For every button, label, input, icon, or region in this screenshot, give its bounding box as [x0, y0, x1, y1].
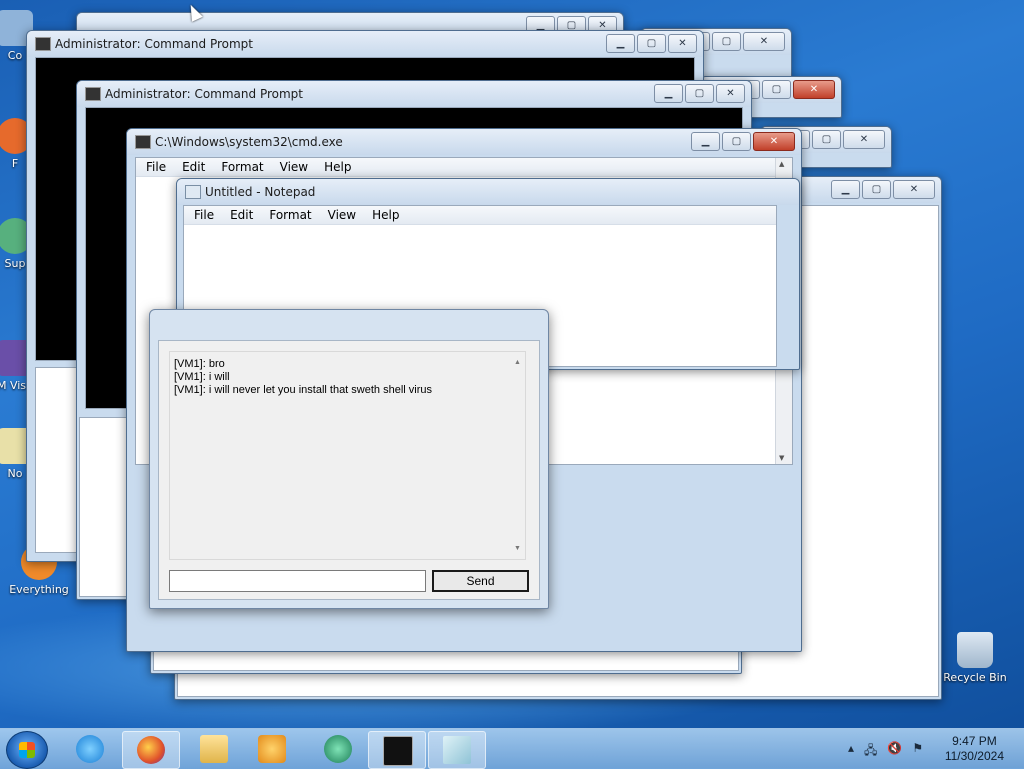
close-icon[interactable]: ✕ — [668, 34, 697, 53]
file-explorer-icon — [200, 735, 228, 763]
edge-icon — [324, 735, 352, 763]
chat-message: [VM1]: bro — [174, 358, 225, 370]
menu-bar: File Edit Format View Help — [136, 158, 792, 177]
clock-time: 9:47 PM — [952, 734, 997, 748]
firefox-icon — [137, 736, 165, 764]
close-icon[interactable]: ✕ — [893, 180, 935, 199]
maximize-icon[interactable]: ▢ — [637, 34, 666, 53]
chat-dialog[interactable]: [VM1]: bro [VM1]: i will [VM1]: i will n… — [149, 309, 549, 609]
minimize-icon[interactable]: ▁ — [691, 132, 720, 151]
window-controls[interactable]: ▁▢✕ — [654, 84, 745, 103]
maximize-icon[interactable]: ▢ — [812, 130, 841, 149]
cmd-icon — [135, 135, 151, 149]
window-title: Untitled - Notepad — [205, 185, 316, 199]
close-icon[interactable]: ✕ — [743, 32, 785, 51]
cmd-icon — [85, 87, 101, 101]
chat-message: [VM1]: i will never let you install that… — [174, 384, 432, 396]
taskbar-app-command-prompt[interactable] — [368, 731, 426, 769]
action-center-flag-icon[interactable]: ⚑ — [912, 741, 923, 762]
chat-log[interactable]: [VM1]: bro [VM1]: i will [VM1]: i will n… — [169, 351, 526, 560]
recycle-bin-icon — [957, 632, 993, 668]
minimize-icon[interactable]: ▁ — [831, 180, 860, 199]
show-hidden-icons-icon[interactable]: ▴ — [848, 741, 854, 762]
tray-icons: ▴ 🖧 🔇 ⚑ — [848, 741, 923, 762]
menu-format[interactable]: Format — [261, 206, 319, 224]
maximize-icon[interactable]: ▢ — [762, 80, 791, 99]
minimize-icon[interactable]: ▁ — [606, 34, 635, 53]
close-icon[interactable]: ✕ — [843, 130, 885, 149]
chat-input[interactable] — [169, 570, 426, 592]
network-icon[interactable]: 🖧 — [864, 741, 877, 762]
close-icon[interactable]: ✕ — [716, 84, 745, 103]
menu-file[interactable]: File — [186, 206, 222, 224]
maximize-icon[interactable]: ▢ — [685, 84, 714, 103]
system-tray: ▴ 🖧 🔇 ⚑ 9:47 PM 11/30/2024 — [844, 729, 1024, 769]
close-icon[interactable]: ✕ — [753, 132, 795, 151]
taskbar-app-notepad[interactable] — [428, 731, 486, 769]
window-titlebar: C:\Windows\system32\cmd.exe ▁ ▢ ✕ — [127, 129, 801, 155]
notepad-icon — [443, 736, 471, 764]
chat-log-scrollbar[interactable] — [511, 352, 525, 559]
taskbar: ▴ 🖧 🔇 ⚑ 9:47 PM 11/30/2024 — [0, 728, 1024, 769]
cmd-icon — [35, 37, 51, 51]
start-button[interactable] — [6, 731, 48, 769]
taskbar-app-internet-explorer[interactable] — [62, 731, 118, 767]
desktop-icon-label: Everything — [9, 583, 69, 596]
command-prompt-icon — [383, 736, 413, 766]
menu-help[interactable]: Help — [316, 158, 359, 176]
menu-edit[interactable]: Edit — [222, 206, 261, 224]
desktop-icon-recycle-bin[interactable]: Recycle Bin — [940, 632, 1010, 684]
window-title: Administrator: Command Prompt — [55, 37, 253, 51]
minimize-icon[interactable]: ▁ — [654, 84, 683, 103]
close-icon[interactable]: ✕ — [793, 80, 835, 99]
window-titlebar: Untitled - Notepad — [177, 179, 799, 205]
menu-bar: File Edit Format View Help — [184, 206, 776, 225]
menu-edit[interactable]: Edit — [174, 158, 213, 176]
window-titlebar: Administrator: Command Prompt ▁ ▢ ✕ — [27, 31, 703, 57]
maximize-icon[interactable]: ▢ — [722, 132, 751, 151]
taskbar-app-firefox[interactable] — [122, 731, 180, 769]
menu-file[interactable]: File — [138, 158, 174, 176]
window-title: Administrator: Command Prompt — [105, 87, 303, 101]
volume-muted-icon[interactable]: 🔇 — [887, 741, 902, 762]
taskbar-app-edge[interactable] — [310, 731, 366, 767]
menu-view[interactable]: View — [272, 158, 316, 176]
menu-view[interactable]: View — [320, 206, 364, 224]
internet-explorer-icon — [76, 735, 104, 763]
media-player-icon — [258, 735, 286, 763]
window-titlebar: Administrator: Command Prompt ▁ ▢ ✕ — [77, 81, 751, 107]
maximize-icon[interactable]: ▢ — [712, 32, 741, 51]
taskbar-app-file-explorer[interactable] — [186, 731, 242, 767]
taskbar-app-media-player[interactable] — [244, 731, 300, 767]
maximize-icon[interactable]: ▢ — [862, 180, 891, 199]
desktop-icon-label: Recycle Bin — [943, 671, 1007, 684]
notepad-icon — [185, 185, 201, 199]
chat-dialog-body: [VM1]: bro [VM1]: i will [VM1]: i will n… — [158, 340, 540, 600]
window-controls[interactable]: ▁▢✕ — [691, 132, 795, 151]
window-title: C:\Windows\system32\cmd.exe — [155, 135, 343, 149]
window-controls[interactable]: ▁▢✕ — [606, 34, 697, 53]
clock-date: 11/30/2024 — [944, 749, 1004, 763]
window-controls[interactable]: ▁▢✕ — [831, 180, 935, 199]
menu-format[interactable]: Format — [213, 158, 271, 176]
chat-message: [VM1]: i will — [174, 371, 230, 383]
clock[interactable]: 9:47 PM 11/30/2024 — [945, 734, 1004, 764]
menu-help[interactable]: Help — [364, 206, 407, 224]
send-button[interactable]: Send — [432, 570, 529, 592]
